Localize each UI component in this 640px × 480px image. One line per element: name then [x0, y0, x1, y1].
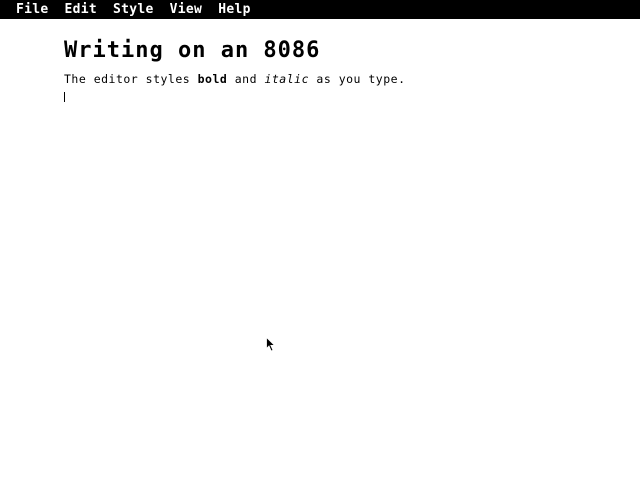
document-paragraph: The editor styles bold and italic as you… [64, 72, 624, 86]
menu-bar: File Edit Style View Help [0, 0, 640, 19]
paragraph-text-3: as you type. [309, 72, 406, 86]
paragraph-italic-text: italic [264, 72, 309, 86]
text-caret [64, 92, 65, 102]
document-title: Writing on an 8086 [64, 38, 321, 63]
document-editor[interactable]: Writing on an 8086 The editor styles bol… [64, 38, 624, 102]
menu-view[interactable]: View [170, 0, 203, 19]
paragraph-text-1: The editor styles [64, 72, 198, 86]
menu-help[interactable]: Help [218, 0, 251, 19]
menu-style[interactable]: Style [113, 0, 154, 19]
arrow-pointer-icon [266, 337, 276, 352]
menu-file[interactable]: File [16, 0, 49, 19]
paragraph-text-2: and [227, 72, 265, 86]
menu-edit[interactable]: Edit [65, 0, 98, 19]
paragraph-bold-text: bold [197, 72, 228, 86]
